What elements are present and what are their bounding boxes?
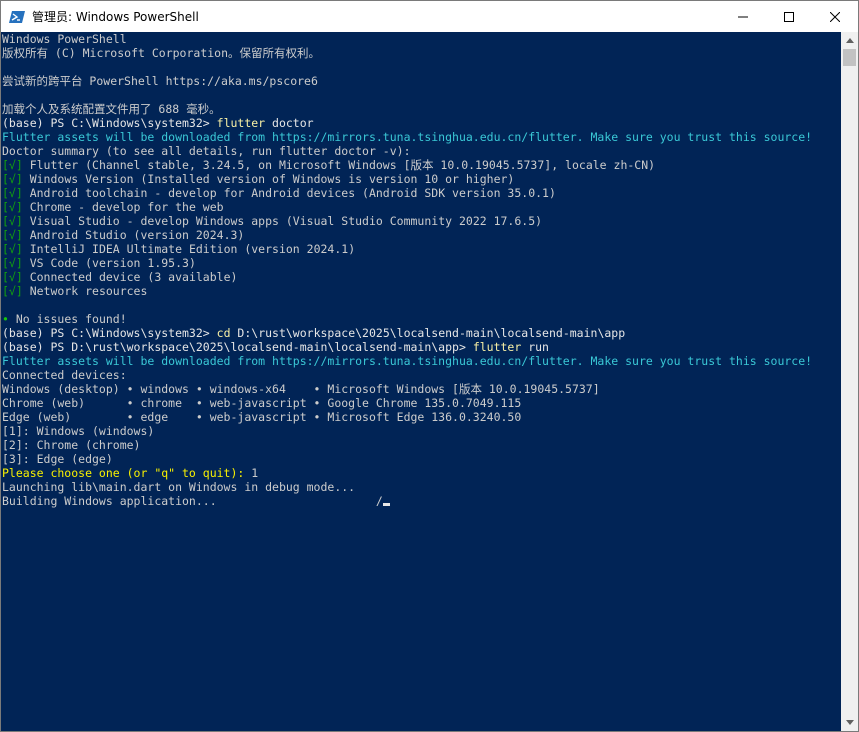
console-line: [√] VS Code (version 1.95.3) (1, 256, 841, 270)
close-icon[interactable] (812, 1, 858, 32)
command-name: cd (216, 326, 231, 340)
console-line: Edge (web) • edge • web-javascript • Mic… (1, 410, 841, 424)
command-name: flutter (216, 116, 266, 130)
console-line: [√] Connected device (3 available) (1, 270, 841, 284)
scroll-down-arrow-icon[interactable] (841, 714, 858, 731)
output-text: Windows PowerShell (2, 32, 127, 46)
console-line: [1]: Windows (windows) (1, 424, 841, 438)
doctor-item-text: Flutter (Channel stable, 3.24.5, on Micr… (22, 158, 656, 172)
console-line: Windows (desktop) • windows • windows-x6… (1, 382, 841, 396)
console-lines: Windows PowerShell 版权所有 (C) Microsoft Cor… (1, 32, 841, 508)
console-line: (base) PS C:\Windows\system32> flutter d… (1, 116, 841, 130)
output-text: 加载个人及系统配置文件用了 688 毫秒。 (2, 102, 221, 116)
output-text: [2]: Chrome (chrome) (2, 438, 141, 452)
console-line: [√] Android Studio (version 2024.3) (1, 228, 841, 242)
check-mark: [√] (2, 242, 23, 256)
doctor-item-text: Visual Studio - develop Windows apps (Vi… (22, 214, 543, 228)
console-line: [√] Visual Studio - develop Windows apps… (1, 214, 841, 228)
output-text: Launching lib\main.dart on Windows in de… (2, 480, 356, 494)
info-message: Flutter assets will be downloaded from h… (2, 354, 813, 368)
output-text: [1]: Windows (windows) (2, 424, 155, 438)
info-message: Flutter assets will be downloaded from h… (2, 130, 813, 144)
check-mark: [√] (2, 200, 23, 214)
check-mark: [√] (2, 284, 23, 298)
console-line: [√] IntelliJ IDEA Ultimate Edition (vers… (1, 242, 841, 256)
check-mark: [√] (2, 172, 23, 186)
check-mark: [√] (2, 214, 23, 228)
console-line: • No issues found! (1, 312, 841, 326)
check-mark: [√] (2, 228, 23, 242)
console-line: Connected devices: (1, 368, 841, 382)
doctor-item-text: VS Code (version 1.95.3) (22, 256, 196, 270)
command-args: D:\rust\workspace\2025\localsend-main\lo… (230, 326, 626, 340)
window-title: 管理员: Windows PowerShell (32, 10, 199, 24)
doctor-item-text: Android Studio (version 2024.3) (22, 228, 245, 242)
scroll-up-arrow-icon[interactable] (841, 32, 858, 49)
console-line: Chrome (web) • chrome • web-javascript •… (1, 396, 841, 410)
console-line: [√] Flutter (Channel stable, 3.24.5, on … (1, 158, 841, 172)
output-text: Building Windows application... / (2, 494, 383, 508)
choose-prompt: Please choose one (or "q" to quit): (2, 466, 252, 480)
console-line: [√] Chrome - develop for the web (1, 200, 841, 214)
console-line: Please choose one (or "q" to quit): 1 (1, 466, 841, 480)
prompt-text: (base) PS D:\rust\workspace\2025\localse… (2, 340, 473, 354)
console-line: [√] Android toolchain - develop for Andr… (1, 186, 841, 200)
prompt-text: (base) PS C:\Windows\system32> (2, 116, 217, 130)
scrollbar-thumb[interactable] (843, 49, 856, 66)
doctor-item-text: Android toolchain - develop for Android … (22, 186, 556, 200)
user-input: 1 (251, 466, 259, 480)
check-mark: [√] (2, 270, 23, 284)
console-line: (base) PS D:\rust\workspace\2025\localse… (1, 340, 841, 354)
output-text: Windows (desktop) • windows • windows-x6… (2, 382, 600, 396)
command-name: flutter (472, 340, 522, 354)
output-text: Chrome (web) • chrome • web-javascript •… (2, 396, 522, 410)
title-bar[interactable]: 管理员: Windows PowerShell (1, 1, 858, 32)
console-line: Flutter assets will be downloaded from h… (1, 130, 841, 144)
console-line: 尝试新的跨平台 PowerShell https://aka.ms/pscore… (1, 74, 841, 88)
prompt-text: (base) PS C:\Windows\system32> (2, 326, 217, 340)
powershell-window: 管理员: Windows PowerShell Windows PowerShe… (0, 0, 859, 732)
doctor-item-text: Connected device (3 available) (22, 270, 238, 284)
maximize-icon[interactable] (766, 1, 812, 32)
console-line: [3]: Edge (edge) (1, 452, 841, 466)
console-output[interactable]: Windows PowerShell 版权所有 (C) Microsoft Cor… (1, 32, 841, 731)
console-line: Flutter assets will be downloaded from h… (1, 354, 841, 368)
command-args: doctor (265, 116, 314, 130)
output-text: [3]: Edge (edge) (2, 452, 113, 466)
vertical-scrollbar[interactable] (841, 32, 858, 731)
output-text: 版权所有 (C) Microsoft Corporation。保留所有权利。 (2, 46, 321, 60)
console-line: Doctor summary (to see all details, run … (1, 144, 841, 158)
doctor-item-text: IntelliJ IDEA Ultimate Edition (version … (22, 242, 356, 256)
output-text: Doctor summary (to see all details, run … (2, 144, 411, 158)
bullet-icon: • (2, 312, 9, 326)
powershell-icon[interactable] (9, 9, 25, 25)
check-mark: [√] (2, 158, 23, 172)
console-line: Windows PowerShell (1, 32, 841, 46)
check-mark: [√] (2, 186, 23, 200)
doctor-item-text: Chrome - develop for the web (22, 200, 224, 214)
doctor-item-text: Network resources (22, 284, 148, 298)
output-text: 尝试新的跨平台 PowerShell https://aka.ms/pscore… (2, 74, 318, 88)
command-args: run (521, 340, 549, 354)
console-line: 版权所有 (C) Microsoft Corporation。保留所有权利。 (1, 46, 841, 60)
console-line: 加载个人及系统配置文件用了 688 毫秒。 (1, 102, 841, 116)
output-text: Connected devices: (2, 368, 127, 382)
output-text: Edge (web) • edge • web-javascript • Mic… (2, 410, 522, 424)
console-line: [2]: Chrome (chrome) (1, 438, 841, 452)
doctor-item-text: Windows Version (Installed version of Wi… (22, 172, 515, 186)
window-controls (720, 1, 858, 32)
console-line: (base) PS C:\Windows\system32> cd D:\rus… (1, 326, 841, 340)
console-line: [√] Windows Version (Installed version o… (1, 172, 841, 186)
check-mark: [√] (2, 256, 23, 270)
status-text: No issues found! (8, 312, 127, 326)
text-cursor (382, 503, 390, 506)
console-line: [√] Network resources (1, 284, 841, 298)
console-line: Launching lib\main.dart on Windows in de… (1, 480, 841, 494)
minimize-icon[interactable] (720, 1, 766, 32)
console-line: Building Windows application... / (1, 494, 841, 508)
